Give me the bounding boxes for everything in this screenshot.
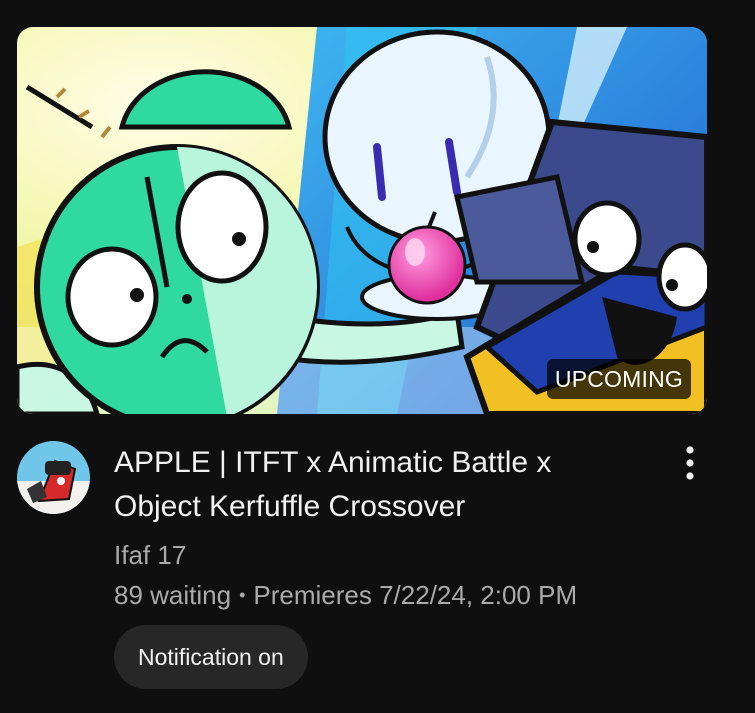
meta-separator: • (239, 585, 246, 605)
channel-avatar[interactable] (17, 441, 90, 514)
more-options-button[interactable] (670, 443, 710, 483)
more-vert-icon (686, 446, 694, 480)
notification-button[interactable]: Notification on (114, 625, 308, 689)
channel-name[interactable]: Ifaf 17 (114, 536, 186, 574)
video-thumbnail[interactable]: UPCOMING (17, 27, 707, 414)
video-title[interactable]: APPLE | ITFT x Animatic Battle x Object … (114, 441, 634, 529)
premiere-date: Premieres 7/22/24, 2:00 PM (253, 580, 578, 610)
video-card: UPCOMING APPLE | ITFT x Animatic Battle … (0, 0, 755, 713)
thumbnail-illustration (17, 27, 707, 414)
upcoming-badge: UPCOMING (546, 359, 691, 399)
waiting-count: 89 waiting (114, 580, 232, 610)
video-metadata: 89 waiting • Premieres 7/22/24, 2:00 PM (114, 576, 577, 614)
avatar-image (17, 441, 90, 514)
